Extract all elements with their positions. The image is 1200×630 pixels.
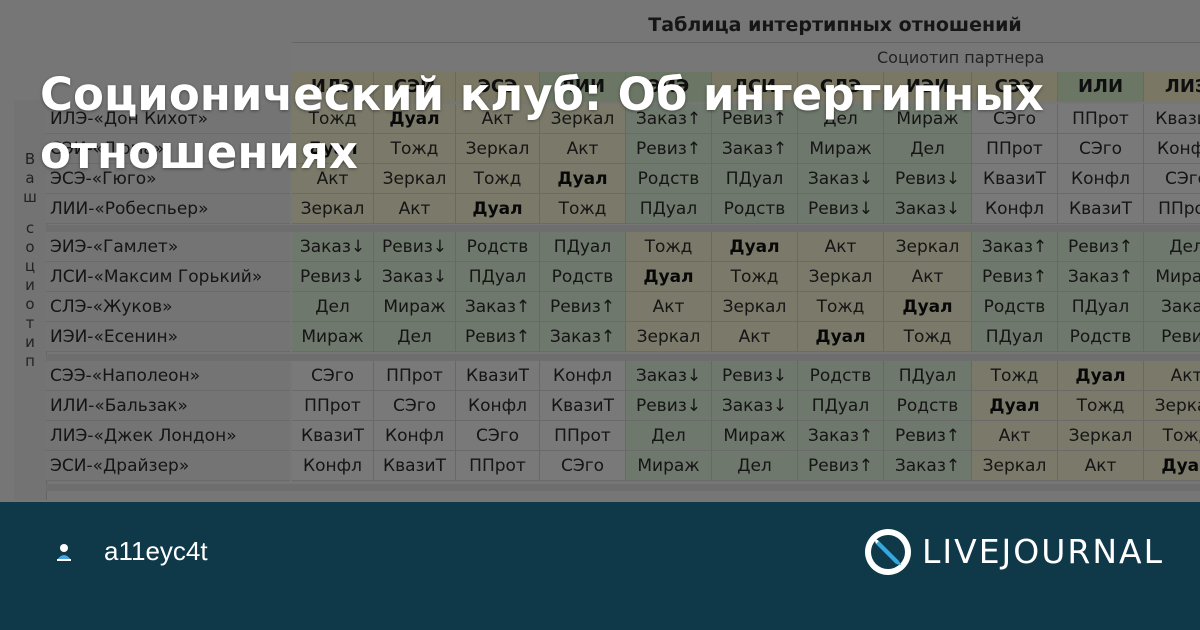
author-username[interactable]: a11eyc4t xyxy=(104,536,208,567)
livejournal-logo[interactable]: LIVEJOURNAL xyxy=(864,528,1164,578)
post-title[interactable]: Соционический клуб: Об интертипных отнош… xyxy=(40,66,1140,182)
footer-bar: a11eyc4t LIVEJOURNAL xyxy=(0,502,1200,630)
livejournal-wordmark: LIVEJOURNAL xyxy=(922,532,1164,571)
user-icon[interactable] xyxy=(54,542,74,562)
livejournal-logo-icon xyxy=(865,529,911,575)
table-background-image: Таблица интертипных отношений Социотип п… xyxy=(0,0,1200,502)
